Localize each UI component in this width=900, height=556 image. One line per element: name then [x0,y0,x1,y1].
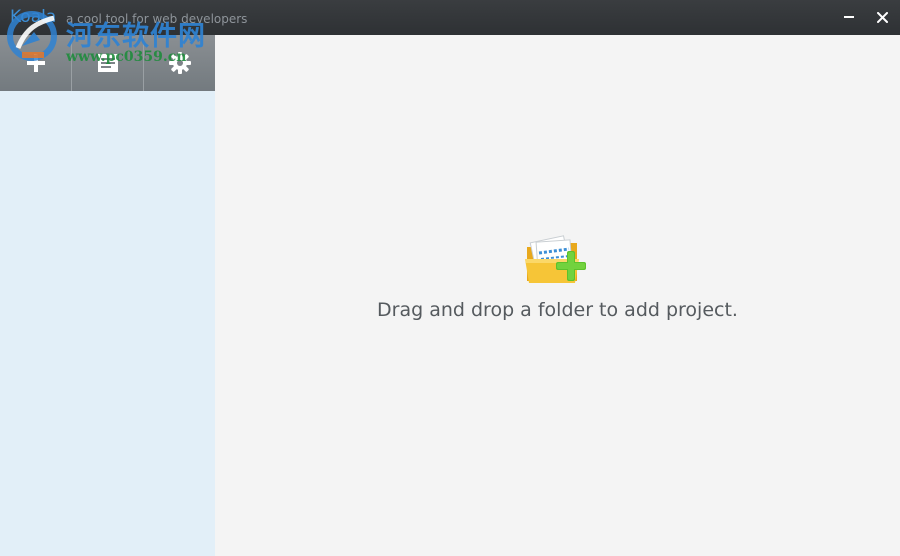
close-button[interactable] [866,0,900,35]
watermark-url: www.pc0359.cn [66,49,187,65]
watermark-title: 河东软件网 [66,21,206,52]
watermark-logo-icon [7,11,57,61]
minimize-icon [844,16,854,18]
close-icon [877,12,888,23]
minimize-button[interactable] [832,0,866,35]
project-sidebar [0,35,215,556]
folder-add-icon [525,235,586,283]
drop-hint-text: Drag and drop a folder to add project. [377,299,738,321]
project-drop-area[interactable]: Drag and drop a folder to add project. [215,35,900,556]
